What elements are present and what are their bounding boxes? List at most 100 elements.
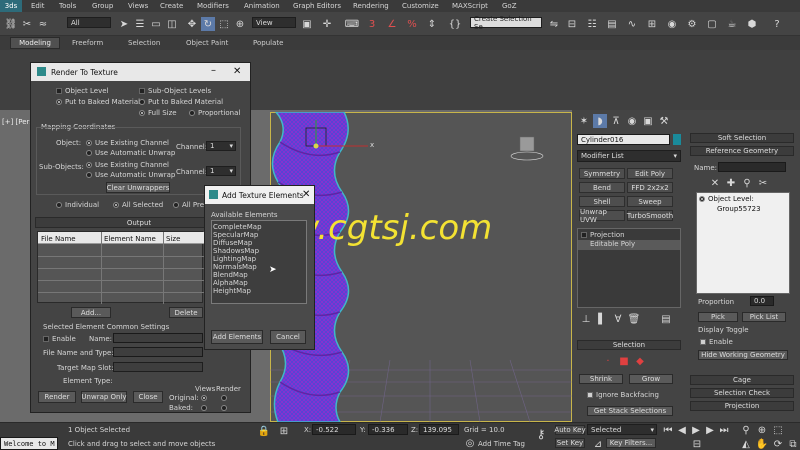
absolute-mode-icon[interactable]: ⊞ [277, 424, 291, 438]
reference-list[interactable]: Object Level: Group55723 [696, 192, 790, 294]
time-tag-icon[interactable]: ◎ [463, 436, 477, 450]
rtt-name-field[interactable] [113, 333, 203, 343]
configure-sets-icon[interactable]: ▤ [659, 312, 673, 326]
modifier-list-select[interactable]: Modifier List ▾ [577, 150, 681, 162]
field-of-view-icon[interactable]: ◭ [739, 437, 753, 450]
rtt-object-level[interactable]: Object Level [56, 87, 109, 95]
object-name-field[interactable]: Cylinder016 [577, 134, 670, 145]
percent-snap-icon[interactable]: % [405, 17, 419, 31]
edit-named-selection-icon[interactable]: {} [448, 17, 462, 31]
select-icon[interactable]: ➤ [117, 17, 131, 31]
edge-sel-icon[interactable]: ■ [617, 354, 631, 368]
orbit-icon[interactable]: ⟳ [771, 437, 785, 450]
material-editor-icon[interactable]: ◉ [665, 17, 679, 31]
spinner-snap-icon[interactable]: ⇕ [425, 17, 439, 31]
selection-filter-select[interactable]: All [67, 17, 111, 28]
key-filters-button[interactable]: Key Filters... [606, 438, 656, 448]
rotate-icon[interactable]: ↻ [201, 17, 215, 31]
maxscript-listener[interactable]: Welcome to M [0, 437, 58, 450]
tab-freeform[interactable]: Freeform [72, 39, 103, 47]
hide-working-geometry-button[interactable]: Hide Working Geometry [698, 350, 788, 360]
rtt-use-existing-2[interactable]: Use Existing Channel [86, 161, 169, 169]
col-size[interactable]: Size [166, 235, 180, 243]
hierarchy-tab-icon[interactable]: ⊼ [609, 114, 623, 128]
rtt-original-views[interactable] [201, 394, 210, 402]
list-item[interactable]: NormalsMap [213, 263, 257, 271]
pp-group-item[interactable]: Group55723 [717, 205, 761, 213]
pivot-icon[interactable]: ▣ [300, 17, 314, 31]
mirror-icon[interactable]: ⇋ [547, 17, 561, 31]
list-item[interactable]: LightingMap [213, 255, 256, 263]
ate-cancel-button[interactable]: Cancel [270, 330, 306, 344]
key-icon[interactable]: ⚷ [534, 427, 548, 441]
menu-group[interactable]: Group [92, 2, 113, 10]
rtt-put-to-baked-2[interactable]: Put to Baked Material [139, 98, 223, 106]
selection-check-rollout[interactable]: Selection Check [690, 388, 794, 398]
rtt-baked-views[interactable] [201, 404, 210, 412]
clear-unwrappers-button[interactable]: Clear Unwrappers [106, 182, 170, 193]
pan-icon[interactable]: ✋ [755, 437, 769, 450]
rtt-all-selected[interactable]: All Selected [113, 201, 163, 209]
shell-button[interactable]: Shell [579, 196, 625, 207]
ate-element-list[interactable]: CompleteMap SpecularMap DiffuseMap Shado… [211, 220, 307, 304]
render-production-icon[interactable]: ⬢ [745, 17, 759, 31]
symmetry-button[interactable]: Symmetry [579, 168, 625, 179]
rtt-use-auto-2[interactable]: Use Automatic Unwrap [86, 171, 175, 179]
sweep-button[interactable]: Sweep [627, 196, 673, 207]
angle-snap-icon[interactable]: ∠ [385, 17, 399, 31]
menu-animation[interactable]: Animation [244, 2, 280, 10]
rendered-frame-icon[interactable]: ▢ [705, 17, 719, 31]
named-selection-set-input[interactable]: Create Selection Se [470, 15, 542, 31]
bend-button[interactable]: Bend [579, 182, 625, 193]
menu-modifiers[interactable]: Modifiers [197, 2, 229, 10]
ffd-button[interactable]: FFD 2x2x2 [627, 182, 673, 193]
snap-3-icon[interactable]: 3 [365, 17, 379, 31]
render-icon[interactable]: ☕ [725, 17, 739, 31]
x-coordinate-field[interactable]: -0.522 [312, 424, 356, 435]
link-icon[interactable]: ⛓ [4, 17, 18, 31]
rtt-file-name-field[interactable] [113, 347, 203, 357]
transform-gizmo[interactable] [300, 120, 380, 165]
rtt-original-render[interactable] [221, 394, 230, 402]
select-place-icon[interactable]: ⊕ [233, 17, 247, 31]
utilities-tab-icon[interactable]: ⚒ [657, 114, 671, 128]
modifier-stack[interactable]: Projection Editable Poly [577, 228, 681, 308]
render-button[interactable]: Render [38, 391, 76, 403]
menu-edit[interactable]: Edit [31, 2, 45, 10]
reference-coord-select[interactable]: View [252, 17, 296, 28]
tab-object-paint[interactable]: Object Paint [186, 39, 228, 47]
edit-poly-button[interactable]: Edit Poly [627, 168, 673, 179]
bind-icon[interactable]: ≈ [36, 17, 50, 31]
soft-selection-rollout[interactable]: Soft Selection [690, 133, 794, 143]
stack-item-editable-poly[interactable]: Editable Poly [578, 240, 680, 250]
graphite-icon[interactable]: ▤ [605, 17, 619, 31]
reference-geometry-rollout[interactable]: Reference Geometry [690, 146, 794, 156]
zoom-extents-icon[interactable]: ⬚ [771, 423, 785, 437]
layer-manager-icon[interactable]: ☷ [585, 17, 599, 31]
list-item[interactable]: AlphaMap [213, 279, 248, 287]
rtt-channel-select[interactable]: 1 ▾ [206, 141, 236, 151]
selection-rollout[interactable]: Selection [577, 340, 681, 350]
set-key-button[interactable]: Set Key [555, 438, 585, 448]
curve-editor-icon[interactable]: ∿ [625, 17, 639, 31]
y-coordinate-field[interactable]: -0.336 [368, 424, 408, 435]
eyedropper-icon[interactable]: ⚲ [740, 176, 754, 190]
ignore-backfacing-checkbox[interactable]: Ignore Backfacing [587, 391, 659, 399]
add-icon[interactable]: ✚ [724, 176, 738, 190]
rtt-use-auto[interactable]: Use Automatic Unwrap [86, 149, 175, 157]
move-icon[interactable]: ✥ [185, 17, 199, 31]
rtt-channel-select-2[interactable]: 1 ▾ [206, 166, 236, 176]
shrink-button[interactable]: Shrink [579, 374, 623, 384]
list-item[interactable]: HeightMap [213, 287, 251, 295]
rtt-put-to-baked[interactable]: Put to Baked Material [56, 98, 140, 106]
get-stack-selections-button[interactable]: Get Stack Selections [587, 406, 673, 416]
add-element-button[interactable]: Add... [71, 307, 111, 318]
ate-close-icon[interactable]: ✕ [302, 189, 310, 200]
menu-views[interactable]: Views [128, 2, 148, 10]
zoom-all-icon[interactable]: ⊕ [755, 423, 769, 437]
unwrap-only-button[interactable]: Unwrap Only [81, 391, 127, 403]
tab-populate[interactable]: Populate [253, 39, 283, 47]
modify-tab-icon[interactable]: ◗ [593, 114, 607, 128]
grow-button[interactable]: Grow [629, 374, 673, 384]
manipulate-icon[interactable]: ✛ [320, 17, 334, 31]
